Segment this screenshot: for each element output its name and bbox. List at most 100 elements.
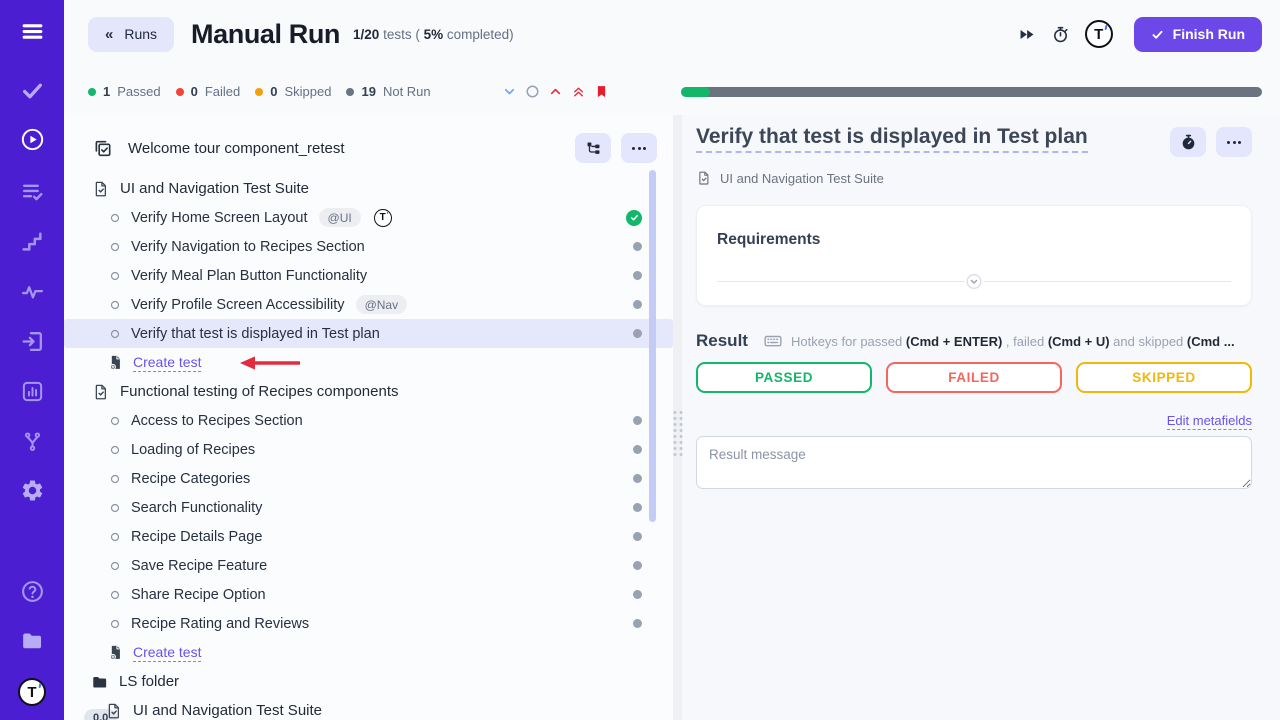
edit-metafields-link[interactable]: Edit metafields xyxy=(1167,413,1252,430)
menu-icon[interactable] xyxy=(0,19,64,44)
branches-icon[interactable] xyxy=(0,429,64,454)
test-circle-icon xyxy=(108,617,122,631)
test-row[interactable]: Recipe Categories xyxy=(64,464,673,493)
tag-badge: @UI xyxy=(319,208,361,227)
test-row[interactable]: Share Recipe Option xyxy=(64,580,673,609)
circle-status-icon[interactable] xyxy=(525,84,540,99)
create-doc-icon xyxy=(107,644,124,661)
projects-folder-icon[interactable] xyxy=(0,628,64,653)
test-tree-panel: Welcome tour component_retest UI and Nav… xyxy=(64,115,673,720)
passed-button[interactable]: PASSED xyxy=(696,362,872,393)
notrun-dot xyxy=(346,88,354,96)
settings-gear-icon[interactable] xyxy=(0,478,64,503)
runs-play-icon[interactable] xyxy=(0,127,64,152)
import-icon[interactable] xyxy=(0,329,64,354)
suite-row[interactable]: UI and Navigation Test Suite xyxy=(64,174,673,203)
status-notrun-dot xyxy=(633,503,642,512)
panel-resize-handle[interactable] xyxy=(673,115,682,720)
tests-check-icon[interactable] xyxy=(0,78,64,103)
hotkeys-hint: Hotkeys for passed (Cmd + ENTER) , faile… xyxy=(791,334,1235,349)
timer-icon[interactable] xyxy=(1051,25,1070,44)
group-by-suite-button[interactable] xyxy=(575,133,611,163)
chevron-up-icon[interactable] xyxy=(548,84,563,99)
test-circle-icon xyxy=(108,443,122,457)
test-circle-icon xyxy=(108,269,122,283)
test-row[interactable]: Loading of Recipes xyxy=(64,435,673,464)
testomat-logo[interactable] xyxy=(0,678,64,706)
test-row[interactable]: Verify Home Screen Layout @UI xyxy=(64,203,673,232)
clipboard-check-icon xyxy=(92,138,113,159)
suite-doc-icon xyxy=(92,383,110,401)
test-row[interactable]: Save Recipe Feature xyxy=(64,551,673,580)
create-test-row[interactable]: Create test xyxy=(64,638,673,667)
run-progress-summary: 1/20 tests ( 5% completed) xyxy=(353,27,514,42)
status-notrun-dot xyxy=(633,416,642,425)
status-notrun-dot xyxy=(633,532,642,541)
back-to-runs-button[interactable]: « Runs xyxy=(88,17,174,52)
suite-doc-icon xyxy=(92,180,110,198)
analytics-icon[interactable] xyxy=(0,379,64,404)
finish-run-button[interactable]: Finish Run xyxy=(1134,17,1262,52)
test-row-selected[interactable]: Verify that test is displayed in Test pl… xyxy=(64,319,673,348)
testomat-logo-badge[interactable] xyxy=(1085,20,1113,48)
timer-button[interactable] xyxy=(1170,127,1206,157)
test-circle-icon xyxy=(108,240,122,254)
test-row[interactable]: Verify Meal Plan Button Functionality xyxy=(64,261,673,290)
fast-forward-icon[interactable] xyxy=(1017,25,1036,44)
bookmark-icon[interactable] xyxy=(594,84,609,99)
test-circle-icon xyxy=(108,327,122,341)
test-row[interactable]: Verify Profile Screen Accessibility @Nav xyxy=(64,290,673,319)
test-circle-icon xyxy=(108,472,122,486)
create-test-row[interactable]: Create test xyxy=(64,348,673,377)
passed-dot xyxy=(88,88,96,96)
resize-grip-icon xyxy=(673,411,682,456)
status-notrun-dot xyxy=(633,271,642,280)
test-circle-icon xyxy=(108,588,122,602)
requirements-expand-icon[interactable] xyxy=(965,272,984,291)
tree-scrollbar[interactable] xyxy=(649,170,656,522)
tag-badge: @Nav xyxy=(356,295,408,314)
skipped-button[interactable]: SKIPPED xyxy=(1076,362,1252,393)
test-circle-icon xyxy=(108,501,122,515)
result-heading: Result xyxy=(696,331,748,351)
test-title[interactable]: Verify that test is displayed in Test pl… xyxy=(696,124,1088,150)
status-notrun-dot xyxy=(633,590,642,599)
skipped-legend: 0Skipped xyxy=(255,84,331,99)
status-notrun-dot xyxy=(633,445,642,454)
create-test-link[interactable]: Create test xyxy=(133,354,201,372)
test-row[interactable]: Recipe Details Page xyxy=(64,522,673,551)
suite-row[interactable]: Functional testing of Recipes components xyxy=(64,377,673,406)
more-options-button[interactable] xyxy=(1216,127,1252,157)
help-icon[interactable] xyxy=(0,579,64,604)
result-message-input[interactable] xyxy=(696,436,1252,489)
failed-button[interactable]: FAILED xyxy=(886,362,1062,393)
test-circle-icon xyxy=(108,211,122,225)
suite-doc-icon xyxy=(696,170,712,186)
test-row[interactable]: Access to Recipes Section xyxy=(64,406,673,435)
more-icon xyxy=(632,147,646,150)
suite-breadcrumb[interactable]: UI and Navigation Test Suite xyxy=(696,170,1252,186)
keyboard-icon xyxy=(763,331,783,351)
pulse-icon[interactable] xyxy=(0,279,64,304)
create-test-link[interactable]: Create test xyxy=(133,644,201,662)
steps-icon[interactable] xyxy=(0,229,64,254)
suite-row[interactable]: 0.0 UI and Navigation Test Suite xyxy=(64,696,673,720)
double-chevron-up-icon[interactable] xyxy=(571,84,586,99)
more-options-button[interactable] xyxy=(621,133,657,163)
status-notrun-dot xyxy=(633,619,642,628)
test-detail-panel: Verify that test is displayed in Test pl… xyxy=(682,115,1280,720)
red-arrow-annotation xyxy=(237,355,303,371)
test-tree: UI and Navigation Test Suite Verify Home… xyxy=(64,174,673,720)
chevron-down-icon[interactable] xyxy=(502,84,517,99)
folder-row[interactable]: LS folder xyxy=(64,667,673,696)
test-row[interactable]: Recipe Rating and Reviews xyxy=(64,609,673,638)
top-bar: « Runs Manual Run 1/20 tests ( 5% comple… xyxy=(64,0,1280,68)
test-circle-icon xyxy=(108,414,122,428)
status-notrun-dot xyxy=(633,329,642,338)
passed-legend: 1Passed xyxy=(88,84,161,99)
test-row[interactable]: Verify Navigation to Recipes Section xyxy=(64,232,673,261)
status-notrun-dot xyxy=(633,474,642,483)
test-row[interactable]: Search Functionality xyxy=(64,493,673,522)
create-doc-icon xyxy=(107,354,124,371)
test-plans-icon[interactable] xyxy=(0,179,64,204)
